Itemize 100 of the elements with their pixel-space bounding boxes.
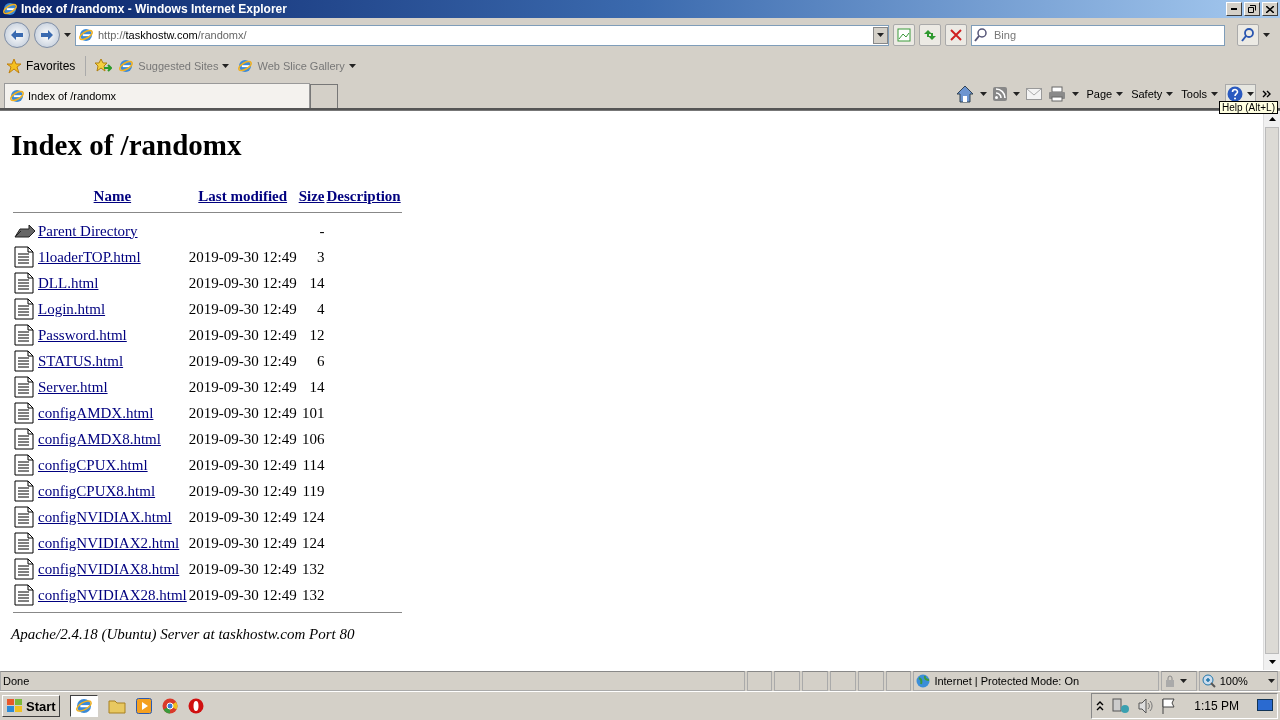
caret-icon (980, 92, 988, 96)
command-menu[interactable]: Page (1085, 87, 1125, 101)
show-desktop-icon[interactable] (1257, 699, 1273, 713)
file-size: 119 (302, 482, 325, 499)
command-menu[interactable]: Tools (1180, 87, 1219, 101)
help-button[interactable] (1225, 84, 1256, 104)
column-sort-link[interactable]: Size (298, 187, 325, 204)
file-size: 3 (317, 248, 325, 265)
restore-button[interactable] (1244, 2, 1260, 16)
scroll-up-icon[interactable] (1268, 117, 1276, 121)
printer-icon[interactable] (1048, 86, 1067, 102)
mail-icon[interactable] (1026, 88, 1043, 100)
search-button[interactable] (1237, 24, 1259, 46)
command-menu[interactable]: Safety (1130, 87, 1175, 101)
refresh-icon (923, 28, 937, 42)
document-icon (14, 506, 34, 528)
caret-icon (1072, 92, 1080, 96)
close-button[interactable] (1262, 2, 1278, 16)
modified-date: 2019-09-30 12:49 (188, 404, 297, 421)
browser-tab[interactable]: Index of /randomx (4, 83, 310, 108)
file-link[interactable]: configAMDX8.html (38, 430, 161, 447)
clock[interactable]: 1:15 PM (1194, 699, 1239, 713)
restore-icon (1248, 5, 1256, 13)
chrome-logo-icon[interactable] (161, 698, 178, 714)
file-size: - (319, 222, 325, 239)
file-link[interactable]: Password.html (38, 326, 127, 343)
file-link[interactable]: configNVIDIAX28.html (38, 586, 187, 603)
modified-date: 2019-09-30 12:49 (188, 430, 297, 447)
file-link[interactable]: DLL.html (38, 274, 99, 291)
caret-icon (1247, 92, 1254, 96)
file-link[interactable]: Parent Directory (38, 222, 138, 239)
browser-logo-icon (2, 1, 18, 17)
search-field[interactable]: Bing (971, 24, 1225, 46)
back-arrow-icon (10, 29, 24, 41)
page-icon (237, 58, 254, 74)
close-icon (1266, 5, 1274, 13)
file-link[interactable]: configCPUX8.html (38, 482, 156, 499)
media-player-icon[interactable] (135, 698, 152, 714)
document-icon (14, 246, 34, 268)
file-size: 124 (302, 534, 325, 551)
search-icon (1241, 28, 1255, 42)
file-link[interactable]: Login.html (38, 300, 106, 317)
file-link[interactable]: configAMDX.html (38, 404, 154, 421)
caret-icon (1267, 679, 1275, 683)
scrollbar-thumb[interactable] (1265, 127, 1279, 654)
document-icon (14, 480, 34, 502)
status-panel (830, 671, 856, 691)
file-size: 106 (302, 430, 325, 447)
modified-date: 2019-09-30 12:49 (188, 586, 297, 603)
new-tab-button[interactable] (310, 84, 338, 108)
caret-icon (877, 33, 884, 37)
show-hidden-icon[interactable] (1096, 701, 1105, 711)
page-heading: Index of /randomx (11, 129, 243, 162)
refresh-button[interactable] (919, 24, 941, 46)
document-icon (14, 376, 34, 398)
modified-date: 2019-09-30 12:49 (188, 560, 297, 577)
address-field[interactable]: http://taskhostw.com/randomx/ (75, 24, 889, 46)
search-options-caret-icon (1263, 33, 1270, 37)
feed-icon[interactable] (993, 87, 1008, 101)
opera-logo-icon[interactable] (187, 698, 204, 714)
status-panel (857, 671, 884, 691)
file-size: 4 (317, 300, 325, 317)
file-size: 12 (309, 326, 325, 343)
caret-icon (1013, 92, 1021, 96)
stop-button[interactable] (945, 24, 967, 46)
file-link[interactable]: configNVIDIAX8.html (38, 560, 180, 577)
start-button[interactable]: Start (2, 695, 60, 717)
minimize-button[interactable] (1226, 2, 1242, 16)
file-link[interactable]: configNVIDIAX2.html (38, 534, 180, 551)
favorites-button[interactable]: Favorites (4, 56, 78, 76)
zoom-button[interactable]: 100% (1198, 671, 1278, 691)
forward-button[interactable] (34, 22, 60, 48)
scroll-down-icon[interactable] (1268, 660, 1276, 664)
file-link[interactable]: STATUS.html (38, 352, 124, 369)
help-icon (1227, 86, 1243, 102)
stop-icon (950, 29, 962, 41)
document-icon (14, 324, 34, 346)
taskbar-browser-button[interactable] (69, 695, 98, 717)
document-icon (14, 428, 34, 450)
file-link[interactable]: 1loaderTOP.html (38, 248, 141, 265)
file-link[interactable]: configNVIDIAX.html (38, 508, 172, 525)
flag-icon[interactable] (1162, 698, 1177, 714)
file-size: 6 (317, 352, 325, 369)
security-zone: Internet | Protected Mode: On (934, 675, 1080, 687)
document-icon (14, 298, 34, 320)
column-sort-link[interactable]: Last modified (198, 187, 288, 204)
home-icon[interactable] (956, 85, 975, 103)
page-icon (9, 88, 25, 104)
column-sort-link[interactable]: Name (93, 187, 132, 204)
address-dropdown-button[interactable] (873, 26, 888, 44)
add-favorite-icon (94, 58, 113, 74)
browser-logo-icon (74, 697, 93, 715)
modified-date: 2019-09-30 12:49 (188, 482, 297, 499)
file-size: 132 (302, 586, 325, 603)
back-button[interactable] (4, 22, 30, 48)
speaker-icon[interactable] (1138, 698, 1155, 714)
column-sort-link[interactable]: Description (326, 187, 401, 204)
file-link[interactable]: configCPUX.html (38, 456, 148, 473)
file-link[interactable]: Server.html (38, 378, 108, 395)
chevron-icon[interactable] (1262, 90, 1272, 98)
